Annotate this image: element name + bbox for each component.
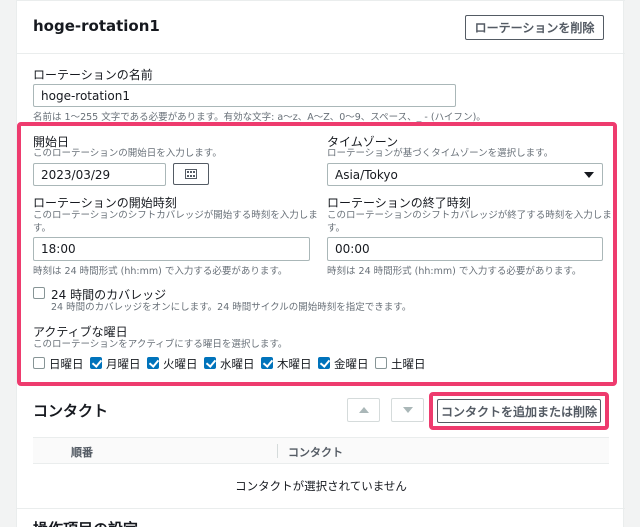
delete-rotation-button[interactable]: ローテーションを削除 [465,15,604,40]
top-divider [17,0,625,1]
contacts-empty-message: コンタクトが選択されていません [235,479,407,493]
contacts-button-highlight-box [429,392,609,430]
header-divider [17,53,625,54]
column-header-contact: コンタクト [288,446,343,459]
page-title: hoge-rotation1 [33,17,160,35]
column-header-order: 順番 [71,446,93,459]
column-divider [277,444,278,458]
move-up-button[interactable] [347,398,380,422]
caret-up-icon [358,407,369,413]
caret-down-icon [402,407,413,413]
next-section-title: 操作項目の設定 [33,518,138,527]
schedule-highlight-box [17,122,617,386]
contacts-table-header: 順番 コンタクト [33,437,609,464]
contacts-title: コンタクト [33,402,109,420]
rotation-edit-panel: hoge-rotation1 ローテーションを削除 ローテーションの名前 hog… [16,0,625,527]
move-down-button[interactable] [391,398,424,422]
rotation-name-input[interactable]: hoge-rotation1 [33,84,456,107]
rotation-name-label: ローテーションの名前 [33,68,153,82]
section-divider [17,508,625,509]
